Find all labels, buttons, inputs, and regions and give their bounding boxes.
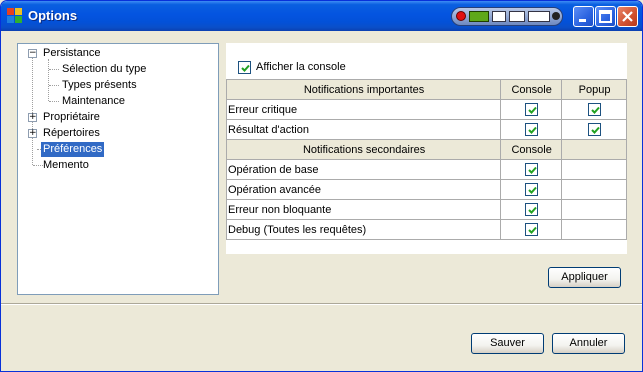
tree-item-label: Persistance xyxy=(43,47,101,59)
footer-divider xyxy=(1,303,642,305)
popup-checkbox[interactable] xyxy=(588,103,602,116)
table-row: Erreur critique xyxy=(225,99,627,120)
minimize-button[interactable] xyxy=(573,6,594,27)
minimize-icon xyxy=(579,19,586,22)
popup-column-header: Popup xyxy=(561,79,627,100)
app-icon xyxy=(7,8,23,24)
notification-name: Debug (Toutes les requêtes) xyxy=(225,219,502,240)
table-row: Opération avancée xyxy=(225,179,627,200)
console-column-header: Console xyxy=(500,139,563,160)
expand-icon[interactable]: + xyxy=(28,113,37,122)
console-checkbox[interactable] xyxy=(525,223,539,236)
table-header-row: Notifications importantes Console Popup xyxy=(225,79,627,100)
tree-item-selection-du-type[interactable]: Sélection du type xyxy=(18,62,218,78)
tree-item-label: Sélection du type xyxy=(62,63,147,75)
title-bar[interactable]: Options xyxy=(1,1,642,31)
nvidia-icon[interactable] xyxy=(469,11,489,22)
tree-item-proprietaire[interactable]: + Propriétaire xyxy=(18,110,218,126)
tree-item-label: Répertoires xyxy=(43,127,100,139)
notification-name: Opération de base xyxy=(225,159,502,180)
maximize-icon xyxy=(599,10,612,23)
preferences-panel: Afficher la console Notifications import… xyxy=(225,43,627,254)
close-icon xyxy=(622,11,633,22)
notification-name: Erreur critique xyxy=(225,99,502,120)
important-header: Notifications importantes xyxy=(225,79,502,100)
console-checkbox[interactable] xyxy=(525,203,539,216)
tree-item-persistance[interactable]: − Persistance xyxy=(18,46,218,62)
table-row: Résultat d'action xyxy=(225,119,627,140)
notification-name: Erreur non bloquante xyxy=(225,199,502,220)
console-column-header: Console xyxy=(500,79,563,100)
apply-button[interactable]: Appliquer xyxy=(548,267,621,288)
expand-icon[interactable]: + xyxy=(28,129,37,138)
tree-item-preferences[interactable]: Préférences xyxy=(18,142,218,158)
secondary-header: Notifications secondaires xyxy=(225,139,502,160)
collapse-icon[interactable]: − xyxy=(28,49,37,58)
empty-cell xyxy=(561,159,627,180)
check-icon xyxy=(528,186,537,194)
popup-checkbox[interactable] xyxy=(588,123,602,136)
check-icon xyxy=(591,106,600,114)
record-icon[interactable] xyxy=(456,11,466,21)
notification-name: Résultat d'action xyxy=(225,119,502,140)
check-icon xyxy=(528,126,537,134)
tree-item-types-presents[interactable]: Types présents xyxy=(18,78,218,94)
show-console-checkbox[interactable] xyxy=(238,61,251,74)
check-icon xyxy=(528,106,537,114)
table-header-row: Notifications secondaires Console xyxy=(225,139,627,160)
options-window: Options − Persistance Sélection du type … xyxy=(0,0,643,372)
table-row: Erreur non bloquante xyxy=(225,199,627,220)
console-checkbox[interactable] xyxy=(525,103,539,116)
console-checkbox[interactable] xyxy=(525,163,539,176)
tree-item-maintenance[interactable]: Maintenance xyxy=(18,94,218,110)
notification-name: Opération avancée xyxy=(225,179,502,200)
menu-dot-icon[interactable] xyxy=(552,12,560,20)
maximize-button[interactable] xyxy=(595,6,616,27)
console-checkbox[interactable] xyxy=(525,123,539,136)
cancel-button[interactable]: Annuler xyxy=(552,333,625,354)
check-icon xyxy=(241,64,250,72)
console-checkbox[interactable] xyxy=(525,183,539,196)
empty-cell xyxy=(561,179,627,200)
tree-item-repertoires[interactable]: + Répertoires xyxy=(18,126,218,142)
empty-cell xyxy=(561,219,627,240)
table-row: Opération de base xyxy=(225,159,627,180)
tree-item-memento[interactable]: Memento xyxy=(18,158,218,174)
save-button[interactable]: Sauver xyxy=(471,333,544,354)
notifications-grid: Notifications importantes Console Popup … xyxy=(225,79,627,240)
empty-header-cell xyxy=(561,139,627,160)
table-row: Debug (Toutes les requêtes) xyxy=(225,219,627,240)
check-icon xyxy=(591,126,600,134)
empty-cell xyxy=(561,199,627,220)
tray-toolbar xyxy=(451,7,563,26)
tree-item-label: Types présents xyxy=(62,79,137,91)
options-tree[interactable]: − Persistance Sélection du type Types pr… xyxy=(17,43,219,295)
show-console-label: Afficher la console xyxy=(256,61,346,73)
tree-item-label: Maintenance xyxy=(62,95,125,107)
minimize-to-tray-icon[interactable] xyxy=(492,11,506,22)
tree-item-label: Memento xyxy=(43,159,89,171)
check-icon xyxy=(528,206,537,214)
resize-window-icon[interactable] xyxy=(528,11,550,22)
check-icon xyxy=(528,226,537,234)
tree-item-label: Préférences xyxy=(41,142,105,157)
move-window-icon[interactable] xyxy=(509,11,525,22)
check-icon xyxy=(528,166,537,174)
window-title: Options xyxy=(28,8,78,23)
close-button[interactable] xyxy=(617,6,638,27)
tree-item-label: Propriétaire xyxy=(43,111,100,123)
